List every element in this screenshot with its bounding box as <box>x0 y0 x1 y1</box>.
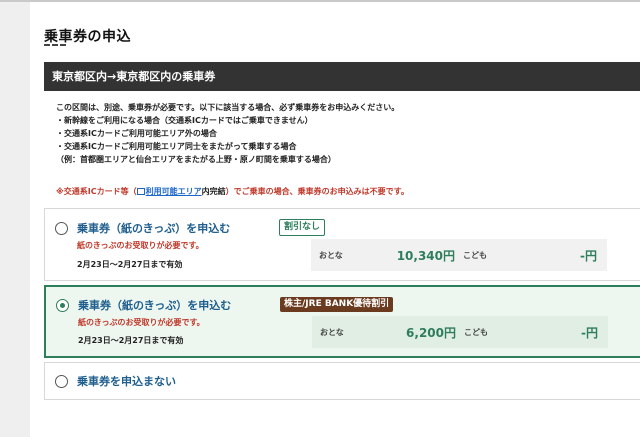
ic-note-prefix: ※交通系ICカード等（ <box>56 187 137 196</box>
note-line: この区間は、別途、乗車券が必要です。以下に該当する場合、必ず乗車券をお申込みくだ… <box>56 103 400 112</box>
ticket-option-no-discount[interactable]: 乗車券（紙のきっぷ）を申込む 割引なし 紙のきっぷのお受取りが必要です。 2月2… <box>44 208 640 281</box>
child-label: こども <box>463 251 487 260</box>
note-line: ・新幹線をご利用になる場合（交通系ICカードではご乗車できません） <box>56 116 313 125</box>
adult-price: 6,200円 <box>406 326 456 340</box>
ic-note-black-text: 内完結 <box>201 187 226 196</box>
validity-text: 2月23日～2月27日まで有効 <box>77 260 183 269</box>
adult-label: おとな <box>319 251 343 260</box>
price-box: おとな 6,200円 こども -円 <box>312 316 608 348</box>
option-label: 乗車券（紙のきっぷ）を申込む <box>78 299 232 312</box>
page-title: 乗車券の申込 <box>44 29 131 45</box>
discount-badge: 割引なし <box>279 219 326 236</box>
note-line: ・交通系ICカードご利用可能エリア外の場合 <box>56 129 217 138</box>
ticket-option-shareholder-discount[interactable]: 乗車券（紙のきっぷ）を申込む 株主/JRE BANK優待割引 紙のきっぷのお受取… <box>44 285 640 358</box>
price-box: おとな 10,340円 こども -円 <box>311 239 607 271</box>
radio-button[interactable] <box>55 375 68 388</box>
ticket-option-none[interactable]: 乗車券を申込まない <box>44 362 640 400</box>
child-label: こども <box>464 328 488 337</box>
adult-label: おとな <box>320 328 344 337</box>
requirement-text: 紙のきっぷのお受取りが必要です。 <box>77 241 204 250</box>
section-header: 東京都区内→東京都区内の乗車券 <box>44 62 640 91</box>
radio-button[interactable] <box>55 222 68 235</box>
validity-text: 2月23日～2月27日まで有効 <box>78 336 184 345</box>
title-underline <box>44 44 66 46</box>
usable-area-link[interactable]: 利用可能エリア <box>146 187 202 196</box>
external-link-icon <box>136 188 145 195</box>
ic-card-note: ※交通系ICカード等（ 利用可能エリア内完結）でご乗車の場合、乗車券のお申込みは不… <box>56 186 409 197</box>
adult-price: 10,340円 <box>396 249 455 263</box>
ticket-application-panel: 乗車券の申込 東京都区内→東京都区内の乗車券 この区間は、別途、乗車券が必要です… <box>30 2 640 437</box>
child-price: -円 <box>581 326 598 340</box>
notes-block: この区間は、別途、乗車券が必要です。以下に該当する場合、必ず乗車券をお申込みくだ… <box>56 101 636 166</box>
note-line: ・交通系ICカードご利用可能エリア同士をまたがって乗車する場合 <box>56 142 297 151</box>
discount-badge: 株主/JRE BANK優待割引 <box>280 297 394 312</box>
requirement-text: 紙のきっぷのお受取りが必要です。 <box>78 318 205 327</box>
option-label: 乗車券を申込まない <box>77 375 176 388</box>
child-price: -円 <box>580 249 597 263</box>
option-label: 乗車券（紙のきっぷ）を申込む <box>77 222 231 235</box>
note-line: （例：首都圏エリアと仙台エリアをまたがる上野・原ノ町間を乗車する場合） <box>56 155 336 164</box>
ic-note-suffix: ）でご乗車の場合、乗車券のお申込みは不要です。 <box>225 187 409 196</box>
radio-button-selected[interactable] <box>56 299 69 312</box>
